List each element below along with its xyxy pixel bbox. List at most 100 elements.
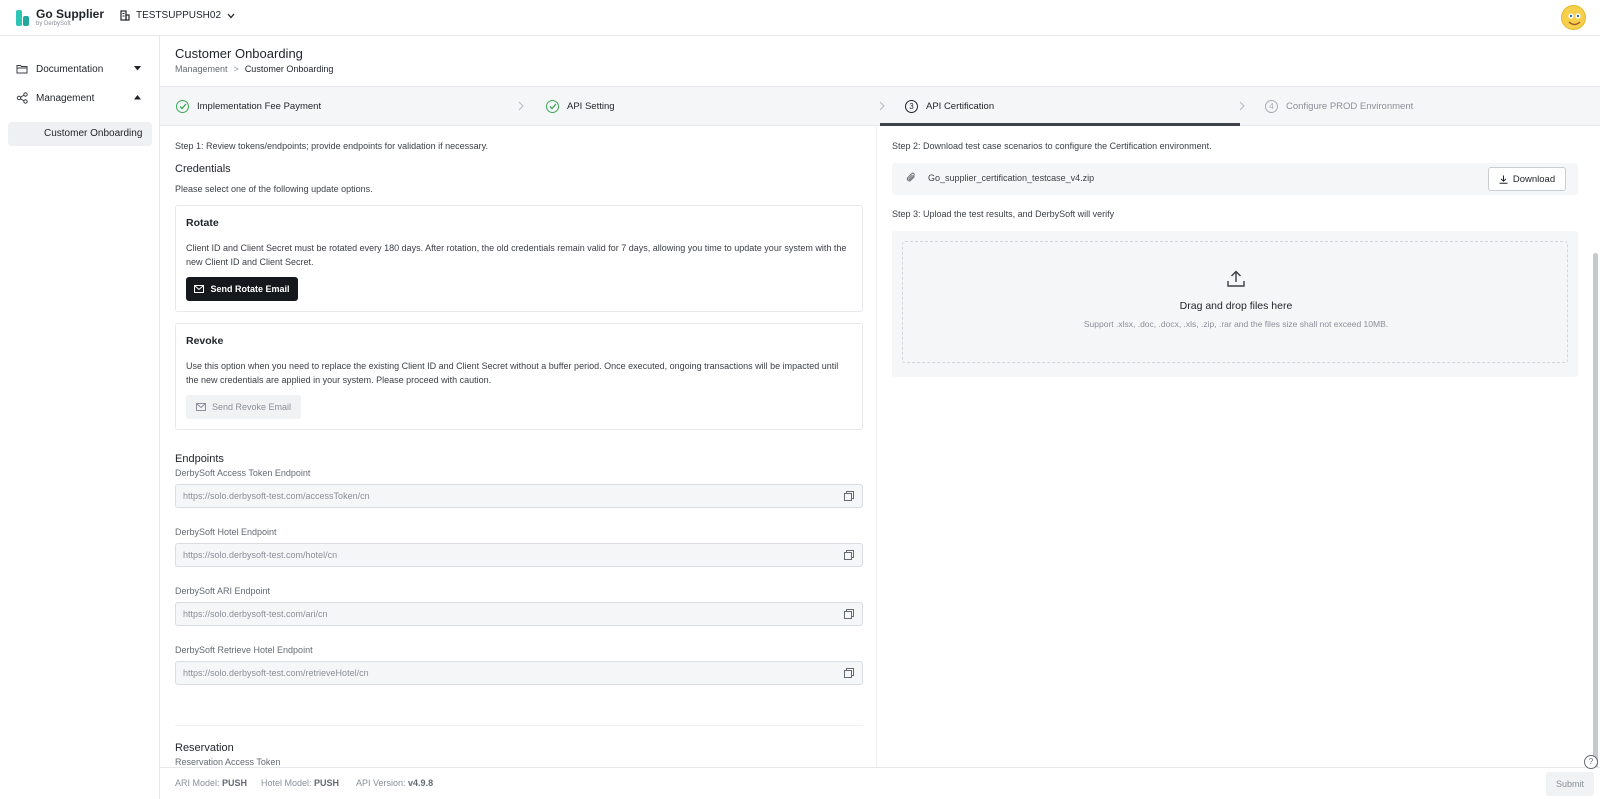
right-panel: Step 2: Download test case scenarios to …: [877, 127, 1600, 788]
mail-icon: [194, 285, 205, 293]
send-revoke-email-button[interactable]: Send Revoke Email: [186, 395, 301, 419]
api-version-info: API Version: v4.9.8: [356, 778, 433, 788]
step1-instruction: Step 1: Review tokens/endpoints; provide…: [175, 141, 489, 151]
endpoint-value: https://solo.derbysoft-test.com/accessTo…: [183, 491, 370, 501]
step-number: 4: [1265, 100, 1278, 113]
tenant-name: TESTSUPPUSH02: [136, 10, 222, 21]
upload-area-container: Drag and drop files here Support .xlsx, …: [892, 231, 1578, 377]
copy-icon[interactable]: [844, 609, 854, 619]
hotel-model-label: Hotel Model:: [261, 778, 312, 788]
sidebar-item-customer-onboarding[interactable]: Customer Onboarding: [8, 122, 152, 146]
retrieve-hotel-endpoint-field[interactable]: https://solo.derbysoft-test.com/retrieve…: [175, 661, 863, 685]
step3-instruction: Step 3: Upload the test results, and Der…: [892, 209, 1115, 219]
sidebar-item-documentation[interactable]: Documentation: [0, 54, 159, 84]
ari-model-value: PUSH: [222, 778, 248, 788]
mail-icon: [195, 403, 206, 411]
app-title: Go Supplier: [36, 7, 105, 21]
access-token-endpoint-field[interactable]: https://solo.derbysoft-test.com/accessTo…: [175, 484, 863, 508]
hotel-endpoint-field[interactable]: https://solo.derbysoft-test.com/hotel/cn: [175, 543, 863, 567]
endpoint-value: https://solo.derbysoft-test.com/ari/cn: [183, 609, 328, 619]
step-implementation-fee-payment[interactable]: Implementation Fee Payment: [176, 87, 321, 126]
endpoint-label: DerbySoft Access Token Endpoint: [175, 468, 311, 478]
reservation-title: Reservation: [175, 742, 234, 754]
chevron-right-icon: [518, 101, 524, 111]
rotate-title: Rotate: [186, 217, 219, 229]
section-divider: [175, 725, 863, 726]
breadcrumb: Management > Customer Onboarding: [175, 64, 333, 74]
breadcrumb-separator: >: [233, 64, 239, 74]
revoke-title: Revoke: [186, 335, 224, 347]
copy-icon[interactable]: [844, 550, 854, 560]
share-icon: [16, 92, 28, 104]
breadcrumb-current: Customer Onboarding: [244, 64, 334, 74]
step-label: Configure PROD Environment: [1286, 101, 1414, 112]
button-label: Send Revoke Email: [211, 402, 292, 412]
upload-icon: [1227, 270, 1245, 287]
copy-icon[interactable]: [844, 668, 854, 678]
avatar[interactable]: [1561, 5, 1586, 30]
drop-zone-hint: Support .xlsx, .doc, .docx, .xls, .zip, …: [1083, 319, 1389, 329]
page-header: Customer Onboarding Management > Customer …: [160, 36, 1600, 87]
send-rotate-email-button[interactable]: Send Rotate Email: [186, 277, 298, 301]
step-api-certification[interactable]: 3 API Certification: [905, 87, 994, 126]
breadcrumb-management[interactable]: Management: [175, 64, 228, 74]
tenant-selector[interactable]: TESTSUPPUSH02: [120, 10, 235, 21]
file-name[interactable]: Go_supplier_certification_testcase_v4.zi…: [928, 173, 1094, 183]
ari-endpoint-field[interactable]: https://solo.derbysoft-test.com/ari/cn: [175, 602, 863, 626]
endpoint-label: DerbySoft Retrieve Hotel Endpoint: [175, 645, 313, 655]
step-api-setting[interactable]: API Setting: [546, 87, 615, 126]
app-subtitle: by DerbySoft: [36, 21, 71, 27]
endpoint-label: DerbySoft Hotel Endpoint: [175, 527, 277, 537]
button-label: Download: [1512, 173, 1556, 185]
button-label: Send Rotate Email: [210, 284, 290, 294]
endpoint-value: https://solo.derbysoft-test.com/hotel/cn: [183, 550, 338, 560]
api-version-value: v4.9.8: [408, 778, 434, 788]
endpoints-title: Endpoints: [175, 453, 224, 465]
ari-model-label: ARI Model:: [175, 778, 220, 788]
chevron-right-icon: [1239, 101, 1245, 111]
drop-zone-title: Drag and drop files here: [1179, 300, 1293, 312]
page-title: Customer Onboarding: [175, 46, 303, 61]
ari-model-info: ARI Model: PUSH: [175, 778, 247, 788]
sidebar-item-label: Management: [36, 92, 95, 104]
check-circle-icon: [176, 100, 189, 113]
app-logo[interactable]: Go Supplier by DerbySoft: [16, 8, 104, 28]
help-icon[interactable]: ?: [1584, 755, 1598, 769]
step-label: Implementation Fee Payment: [197, 101, 322, 112]
download-icon: [1499, 175, 1508, 184]
paperclip-icon: [906, 172, 915, 182]
sidebar-item-management[interactable]: Management: [0, 83, 159, 113]
left-panel: Step 1: Review tokens/endpoints; provide…: [160, 127, 877, 767]
caret-down-icon: [134, 66, 141, 71]
sidebar: Documentation Management Customer Onboar…: [0, 36, 160, 799]
hotel-model-value: PUSH: [314, 778, 340, 788]
step-label: API Certification: [926, 101, 995, 112]
building-icon: [120, 10, 130, 21]
folder-icon: [16, 65, 28, 74]
revoke-description: Use this option when you need to replace…: [186, 361, 839, 385]
hotel-model-info: Hotel Model: PUSH: [261, 778, 339, 788]
caret-up-icon: [134, 95, 141, 100]
step-number: 3: [905, 100, 918, 113]
endpoint-value: https://solo.derbysoft-test.com/retrieve…: [183, 668, 369, 678]
reservation-label: Reservation Access Token: [175, 757, 281, 767]
step-configure-prod[interactable]: 4 Configure PROD Environment: [1265, 87, 1413, 126]
scrollbar[interactable]: [1593, 253, 1598, 788]
credentials-hint: Please select one of the following updat…: [175, 184, 373, 194]
chevron-right-icon: [879, 101, 885, 111]
copy-icon[interactable]: [844, 491, 854, 501]
active-step-indicator: [880, 123, 1240, 126]
endpoint-label: DerbySoft ARI Endpoint: [175, 586, 271, 596]
rotate-description: Client ID and Client Secret must be rota…: [186, 243, 847, 267]
step-label: API Setting: [567, 101, 615, 112]
api-version-label: API Version:: [356, 778, 406, 788]
stepper: Implementation Fee Payment API Setting 3…: [160, 87, 1600, 126]
chevron-down-icon: [227, 13, 235, 18]
revoke-card: Revoke Use this option when you need to …: [175, 323, 863, 430]
submit-button[interactable]: Submit: [1546, 772, 1594, 796]
footer: ARI Model: PUSH Hotel Model: PUSH API Ve…: [160, 767, 1600, 799]
check-circle-icon: [546, 100, 559, 113]
test-case-file: Go_supplier_certification_testcase_v4.zi…: [892, 163, 1578, 195]
download-button[interactable]: Download: [1488, 167, 1566, 191]
file-drop-zone[interactable]: Drag and drop files here Support .xlsx, …: [902, 241, 1568, 363]
